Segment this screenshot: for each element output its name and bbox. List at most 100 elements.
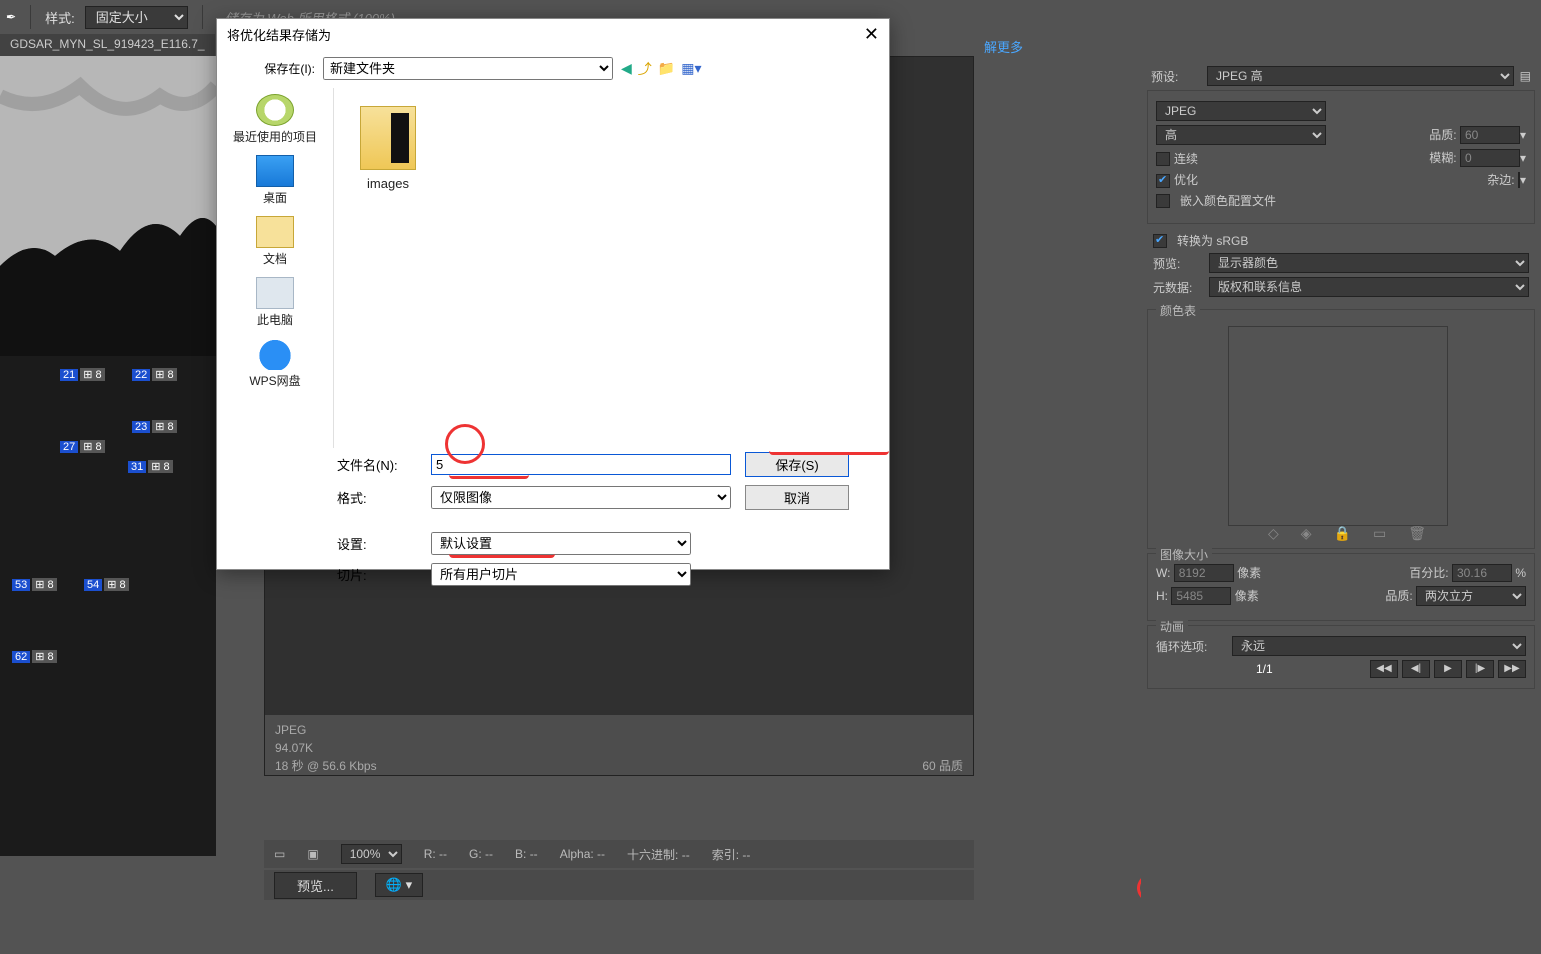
- preset-select[interactable]: JPEG 高: [1207, 66, 1514, 86]
- dialog-save-button[interactable]: 保存(S): [745, 452, 849, 477]
- dialog-title: 将优化结果存储为: [227, 25, 331, 44]
- quality-level-select[interactable]: 高: [1156, 125, 1326, 145]
- save-in-select[interactable]: 新建文件夹: [323, 57, 613, 80]
- quality-input[interactable]: [1460, 126, 1520, 144]
- first-frame-button[interactable]: ◀◀: [1370, 660, 1398, 678]
- optimized-checkbox[interactable]: [1156, 174, 1170, 188]
- place-desktop[interactable]: 桌面: [256, 155, 294, 206]
- folder-icon: [360, 106, 416, 170]
- percent-label: 百分比:: [1409, 566, 1448, 580]
- up-icon[interactable]: ⤴: [638, 59, 652, 79]
- swatch-icon[interactable]: ◇: [1268, 525, 1279, 542]
- place-this-pc[interactable]: 此电脑: [256, 277, 294, 328]
- dropdown-icon[interactable]: ▾: [1520, 128, 1526, 142]
- next-frame-button[interactable]: |▶: [1466, 660, 1494, 678]
- info-r: R: --: [424, 847, 447, 861]
- status-format: JPEG: [275, 721, 963, 739]
- cube-icon[interactable]: ◈: [1301, 525, 1312, 542]
- slice-marker[interactable]: 22⊞ 8: [132, 368, 177, 381]
- slice-marker[interactable]: 27⊞ 8: [60, 440, 105, 453]
- zoom-in-icon[interactable]: ▣: [307, 847, 318, 861]
- h-label: H:: [1156, 589, 1168, 603]
- zoom-select[interactable]: 100%: [341, 844, 402, 864]
- format-select-dialog[interactable]: 仅限图像: [431, 486, 731, 509]
- format-group: JPEG 高 品质: ▾ 连续 模糊: ▾ 优化 杂边: ▾ 嵌入颜色配置文件: [1147, 90, 1535, 224]
- px-label: 像素: [1237, 566, 1261, 580]
- slice-marker[interactable]: 53⊞ 8: [12, 578, 57, 591]
- prev-frame-button[interactable]: ◀|: [1402, 660, 1430, 678]
- lock-icon[interactable]: 🔒: [1334, 525, 1351, 542]
- playback-controls: ◀◀ ◀| ▶ |▶ ▶▶: [1370, 660, 1526, 678]
- file-list[interactable]: images: [333, 88, 889, 448]
- dropdown-icon[interactable]: ▾: [1520, 173, 1526, 187]
- settings-select[interactable]: 默认设置: [431, 532, 691, 555]
- place-wps-cloud[interactable]: WPS网盘: [249, 338, 300, 389]
- slice-marker[interactable]: 54⊞ 8: [84, 578, 129, 591]
- dialog-cancel-button[interactable]: 取消: [745, 485, 849, 510]
- format-label: 格式:: [337, 488, 417, 507]
- embed-profile-checkbox[interactable]: [1156, 194, 1170, 208]
- matte-label: 杂边:: [1487, 173, 1514, 187]
- srgb-checkbox[interactable]: [1153, 234, 1167, 248]
- percent-input[interactable]: [1452, 564, 1512, 582]
- resample-select[interactable]: 两次立方: [1416, 586, 1526, 606]
- dialog-location-row: 保存在(I): 新建文件夹 ◀ ⤴ 📁 ▦▾: [217, 49, 889, 88]
- slice-marker[interactable]: 62⊞ 8: [12, 650, 57, 663]
- image-size-group: 图像大小 W: 像素 百分比: % H: 像素 品质: 两次立方: [1147, 553, 1535, 621]
- save-in-label: 保存在(I):: [231, 60, 315, 77]
- slice-label: 切片:: [337, 565, 417, 584]
- new-folder-icon[interactable]: 📁: [658, 60, 675, 77]
- style-select[interactable]: 固定大小: [85, 6, 188, 29]
- width-input[interactable]: [1174, 564, 1234, 582]
- color-table-box: [1228, 326, 1448, 526]
- zoom-out-icon[interactable]: ▭: [274, 847, 285, 861]
- close-icon[interactable]: ✕: [864, 24, 879, 45]
- save-dialog: 将优化结果存储为 ✕ 保存在(I): 新建文件夹 ◀ ⤴ 📁 ▦▾ 最近使用的项…: [216, 18, 890, 570]
- dialog-titlebar: 将优化结果存储为 ✕: [217, 19, 889, 49]
- blur-input[interactable]: [1460, 149, 1520, 167]
- last-frame-button[interactable]: ▶▶: [1498, 660, 1526, 678]
- filename-input[interactable]: [431, 454, 731, 475]
- new-icon[interactable]: ▭: [1373, 525, 1386, 542]
- color-table-group: 颜色表 ◇ ◈ 🔒 ▭ 🗑: [1147, 309, 1535, 549]
- preview-status-bar: JPEG 94.07K 18 秒 @ 56.6 Kbps 60 品质: [265, 715, 973, 775]
- status-time: 18 秒 @ 56.6 Kbps: [275, 757, 377, 775]
- w-label: W:: [1156, 566, 1170, 580]
- dialog-toolbar: ◀ ⤴ 📁 ▦▾: [621, 59, 701, 79]
- play-button[interactable]: ▶: [1434, 660, 1462, 678]
- document-tab[interactable]: GDSAR_MYN_SL_919423_E116.7_: [0, 34, 215, 56]
- slice-select[interactable]: 所有用户切片: [431, 563, 691, 586]
- preview-select[interactable]: 显示器颜色: [1209, 253, 1529, 273]
- info-b: B: --: [515, 847, 538, 861]
- slice-marker[interactable]: 21⊞ 8: [60, 368, 105, 381]
- place-documents[interactable]: 文档: [256, 216, 294, 267]
- height-input[interactable]: [1171, 587, 1231, 605]
- filename-label: 文件名(N):: [337, 455, 417, 474]
- meta-select[interactable]: 版权和联系信息: [1209, 277, 1529, 297]
- style-label: 样式:: [45, 8, 75, 27]
- learn-more-link[interactable]: 解更多: [984, 37, 1023, 56]
- back-icon[interactable]: ◀: [621, 60, 632, 77]
- terrain-thumbnail: [0, 56, 216, 356]
- slice-marker[interactable]: 23⊞ 8: [132, 420, 177, 433]
- format-select[interactable]: JPEG: [1156, 101, 1326, 121]
- loop-select[interactable]: 永远: [1232, 636, 1526, 656]
- folder-item[interactable]: images: [350, 106, 426, 191]
- progressive-checkbox[interactable]: [1156, 152, 1170, 166]
- browser-preview-button[interactable]: 🌐 ▾: [375, 873, 423, 897]
- dropdown-icon[interactable]: ▾: [1520, 151, 1526, 165]
- places-sidebar: 最近使用的项目 桌面 文档 此电脑 WPS网盘: [217, 88, 333, 448]
- preview-button[interactable]: 预览...: [274, 872, 357, 899]
- place-recent[interactable]: 最近使用的项目: [233, 94, 317, 145]
- percent-unit: %: [1515, 566, 1526, 580]
- info-hex: 十六进制: --: [627, 846, 690, 863]
- animation-legend: 动画: [1156, 618, 1188, 635]
- embed-profile-label: 嵌入颜色配置文件: [1180, 192, 1276, 209]
- info-index: 索引: --: [712, 846, 751, 863]
- slice-marker[interactable]: 31⊞ 8: [128, 460, 173, 473]
- panel-menu-icon[interactable]: ▤: [1520, 69, 1531, 83]
- trash-icon[interactable]: 🗑: [1408, 525, 1426, 542]
- info-alpha: Alpha: --: [560, 847, 605, 861]
- folder-name: images: [350, 176, 426, 191]
- view-menu-icon[interactable]: ▦▾: [681, 60, 701, 77]
